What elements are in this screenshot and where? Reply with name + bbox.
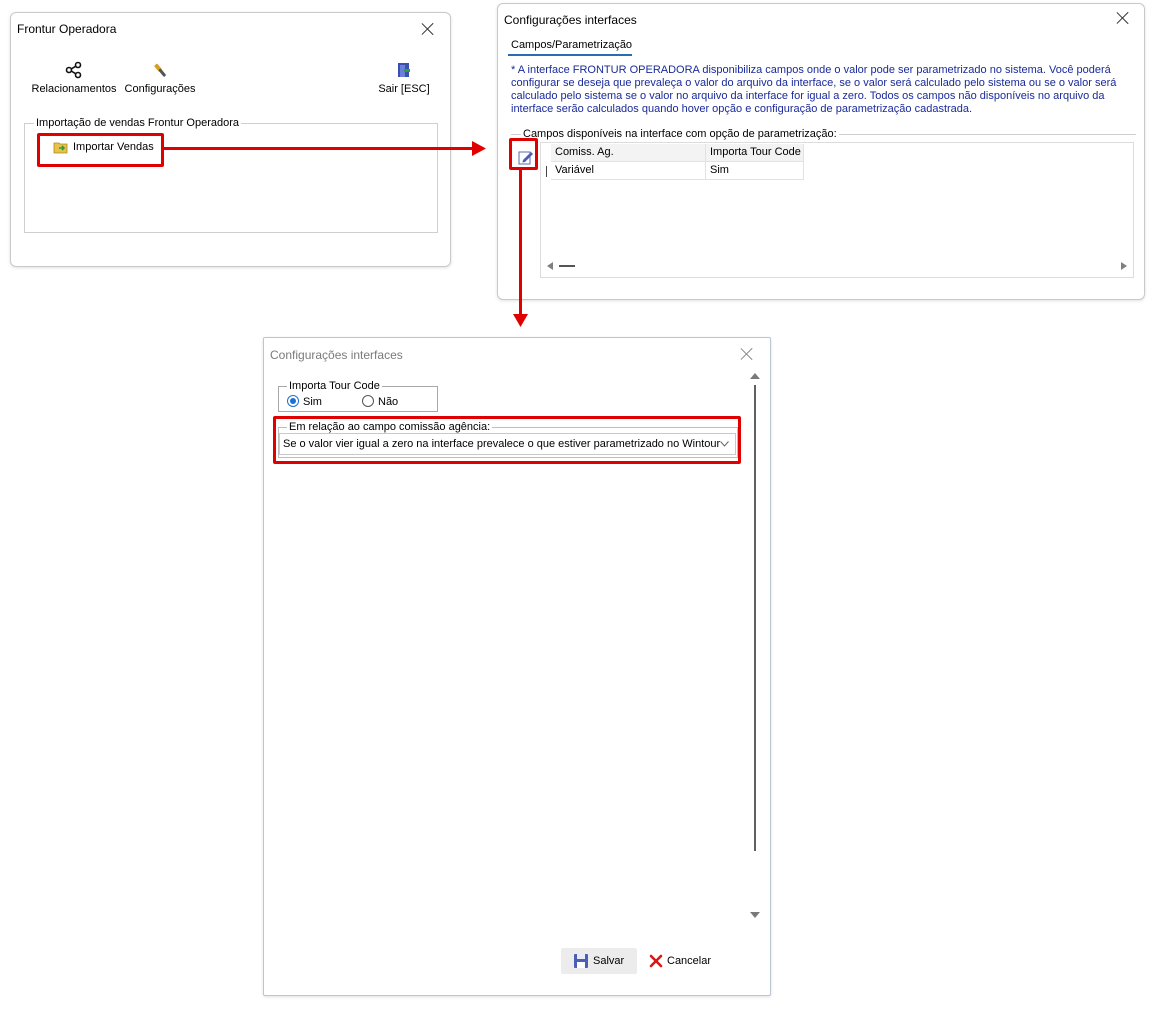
horizontal-scroll-thumb[interactable] <box>559 265 575 267</box>
window-title: Configurações interfaces <box>270 348 403 362</box>
radio-nao-label: Não <box>378 396 399 408</box>
campos-table: Comiss. Ag. Importa Tour Code Variável S… <box>540 142 1134 278</box>
highlight-importar-vendas <box>37 133 164 167</box>
info-line: * A interface FRONTUR OPERADORA disponib… <box>511 64 1111 76</box>
cancel-button[interactable]: Cancelar <box>649 948 725 974</box>
scroll-left-icon[interactable] <box>545 261 555 271</box>
radio-sim-label: Sim <box>303 396 322 408</box>
close-icon[interactable] <box>740 347 754 361</box>
configuracoes-interfaces-window: Configurações interfaces Campos/Parametr… <box>497 3 1145 300</box>
close-icon[interactable] <box>1116 11 1130 25</box>
campos-group-title: Campos disponíveis na interface com opçã… <box>521 128 839 140</box>
tab-underline <box>508 54 632 56</box>
scroll-right-icon[interactable] <box>1119 261 1129 271</box>
table-cell[interactable]: Sim <box>706 162 804 180</box>
save-button[interactable]: Salvar <box>561 948 637 974</box>
tab-campos-parametrizacao[interactable]: Campos/Parametrização <box>511 39 632 51</box>
table-header-cell[interactable]: Importa Tour Code <box>706 144 804 162</box>
window-title: Configurações interfaces <box>504 13 637 27</box>
window-title: Frontur Operadora <box>17 22 117 36</box>
configuracoes-button[interactable]: Configurações <box>123 61 197 95</box>
annotation-arrow-line <box>519 170 522 316</box>
scroll-down-icon[interactable] <box>750 912 760 918</box>
annotation-arrow-line <box>164 147 474 150</box>
radio-sim[interactable] <box>287 395 299 407</box>
table-header-cell[interactable]: Comiss. Ag. <box>551 144 706 162</box>
import-group-title: Importação de vendas Frontur Operadora <box>34 117 242 129</box>
info-line: configurar se deseja que prevaleça o val… <box>511 77 1117 89</box>
highlight-edit-button <box>509 138 538 170</box>
radio-nao[interactable] <box>362 395 374 407</box>
info-line: interface serão calculados quando hover … <box>511 103 973 115</box>
exit-door-icon <box>398 63 410 77</box>
info-line: calculado pelo sistema se o valor no arq… <box>511 90 1105 102</box>
floppy-disk-icon <box>574 954 588 968</box>
red-x-icon <box>649 954 663 968</box>
table-cell[interactable]: Variável <box>551 162 706 180</box>
arrow-right-icon <box>472 141 486 156</box>
scroll-up-icon[interactable] <box>750 373 760 379</box>
cancel-label: Cancelar <box>667 955 712 967</box>
highlight-comissao-group <box>273 416 741 464</box>
share-icon <box>65 61 82 79</box>
row-indicator <box>546 166 547 177</box>
sair-label: Sair [ESC] <box>378 83 430 95</box>
sair-button[interactable]: Sair [ESC] <box>373 61 435 95</box>
save-label: Salvar <box>593 955 625 967</box>
close-icon[interactable] <box>421 22 435 36</box>
campos-group: Campos disponíveis na interface com opçã… <box>511 128 1136 140</box>
info-text: * A interface FRONTUR OPERADORA disponib… <box>511 64 1136 116</box>
tour-code-group: Importa Tour Code <box>278 380 438 412</box>
wrench-icon <box>154 63 166 77</box>
arrow-down-icon <box>513 314 528 327</box>
relacionamentos-label: Relacionamentos <box>31 83 117 95</box>
vertical-scroll-thumb[interactable] <box>754 385 756 851</box>
relacionamentos-button[interactable]: Relacionamentos <box>31 61 117 95</box>
tour-code-group-title: Importa Tour Code <box>287 380 382 392</box>
configuracoes-label: Configurações <box>124 83 196 95</box>
